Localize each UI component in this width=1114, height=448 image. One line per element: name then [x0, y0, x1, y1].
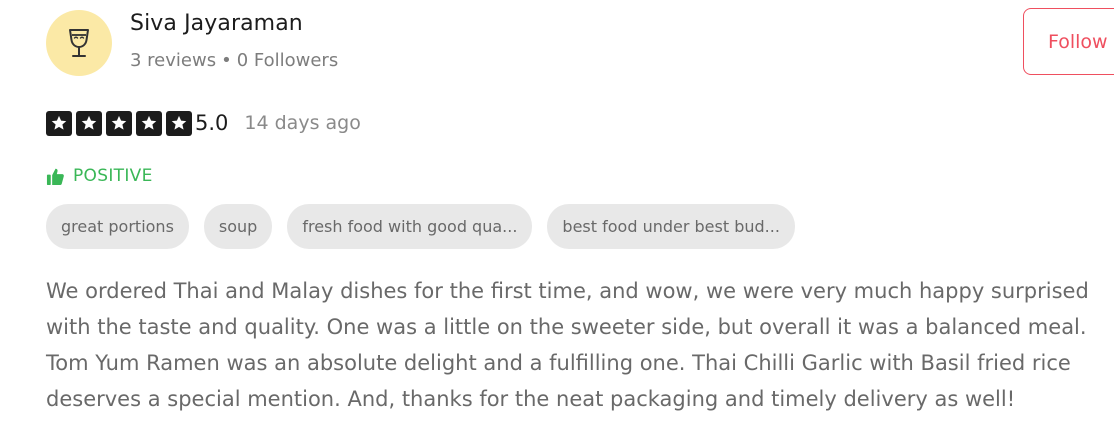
star-icon [166, 110, 192, 136]
rating-row: 5.0 14 days ago [46, 110, 361, 136]
star-icon [136, 110, 162, 136]
separator-dot: • [221, 50, 232, 71]
sentiment-badge: POSITIVE [46, 166, 153, 186]
tag-chip[interactable]: great portions [46, 204, 189, 249]
review-card: Siva Jayaraman 3 reviews • 0 Followers Fol… [0, 0, 1114, 448]
review-count: 3 reviews [130, 50, 217, 71]
follow-button[interactable]: Follow [1023, 8, 1114, 75]
tag-chip[interactable]: soup [203, 204, 273, 249]
user-stats: 3 reviews • 0 Followers [130, 50, 338, 71]
user-avatar[interactable] [46, 10, 112, 76]
tag-chip[interactable]: fresh food with good qua... [287, 204, 533, 249]
wine-glass-icon [61, 25, 97, 61]
sentiment-label: POSITIVE [73, 166, 153, 186]
tag-chip[interactable]: best food under best bud... [547, 204, 795, 249]
review-timestamp: 14 days ago [244, 112, 361, 134]
star-icon [46, 110, 72, 136]
review-text: We ordered Thai and Malay dishes for the… [46, 279, 1089, 411]
star-icon [106, 110, 132, 136]
user-name[interactable]: Siva Jayaraman [130, 11, 303, 36]
thumbs-up-icon [46, 167, 65, 186]
rating-value: 5.0 [195, 111, 229, 135]
follower-count: 0 Followers [236, 50, 339, 71]
star-rating [46, 110, 192, 136]
review-tags: great portions soup fresh food with good… [46, 204, 795, 249]
star-icon [76, 110, 102, 136]
